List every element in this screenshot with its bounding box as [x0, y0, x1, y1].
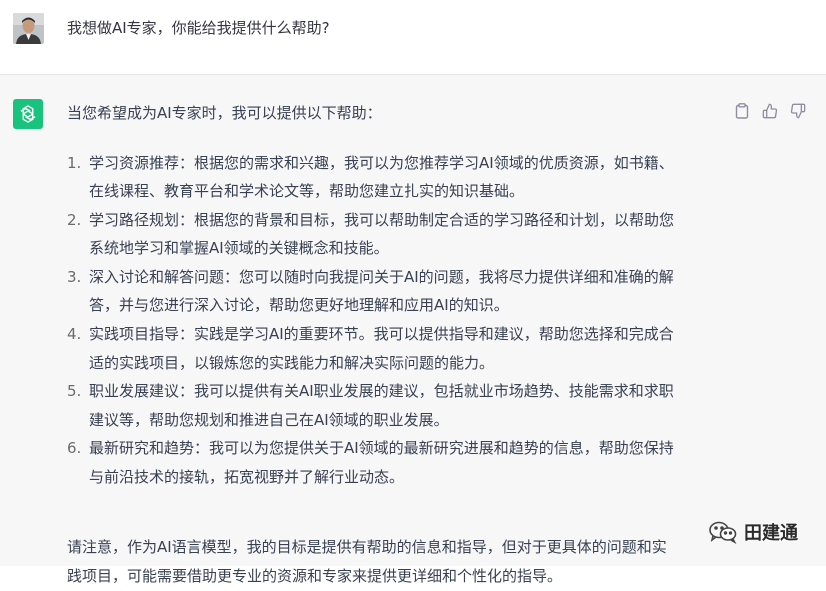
thumbs-down-icon[interactable]: [788, 101, 808, 121]
list-item-line: 深入讨论和解答问题：您可以随时向我提问关于AI的问题，我将尽力提供详细和准确的解: [89, 268, 674, 287]
list-item-number: 5.: [67, 382, 82, 401]
list-item: 5. 职业发展建议：我可以提供有关AI职业发展的建议，包括就业市场趋势、技能需求…: [67, 377, 717, 434]
assistant-answer: 当您希望成为AI专家时，我可以提供以下帮助： 1. 学习资源推荐：根据您的需求和…: [67, 103, 717, 585]
watermark-text: 田建通: [744, 523, 798, 544]
note-line: 请注意，作为AI语言模型，我的目标是提供有帮助的信息和指导，但对于更具体的问题和…: [67, 538, 667, 556]
user-avatar: [13, 13, 44, 44]
wechat-icon: [709, 521, 737, 544]
list-item-number: 6.: [67, 439, 82, 458]
list-item: 2. 学习路径规划：根据您的背景和目标，我可以帮助制定合适的学习路径和计划，以帮…: [67, 206, 717, 263]
list-item-line: 最新研究和趋势：我可以为您提供关于AI领域的最新研究进展和趋势的信息，帮助您保持: [89, 439, 674, 458]
list-item-line: 系统地学习和掌握AI领域的关键概念和技能。: [89, 239, 389, 258]
list-item-line: 学习路径规划：根据您的背景和目标，我可以帮助制定合适的学习路径和计划，以帮助您: [89, 211, 675, 230]
list-item: 6. 最新研究和趋势：我可以为您提供关于AI领域的最新研究进展和趋势的信息，帮助…: [67, 434, 717, 491]
feedback-buttons: [732, 101, 808, 121]
clipboard-icon[interactable]: [732, 101, 752, 121]
list-item-line: 职业发展建议：我可以提供有关AI职业发展的建议，包括就业市场趋势、技能需求和求职: [89, 382, 674, 401]
list-item-line: 适的实践项目，以锻炼您的实践能力和解决实际问题的能力。: [89, 353, 495, 372]
list-item-line: 在线课程、教育平台和学术论文等，帮助您建立扎实的知识基础。: [89, 182, 525, 201]
list-item-line: 实践项目指导：实践是学习AI的重要环节。我可以提供指导和建议，帮助您选择和完成合: [89, 325, 674, 344]
list-item-line: 学习资源推荐：根据您的需求和兴趣，我可以为您推荐学习AI领域的优质资源，如书籍、: [89, 154, 674, 172]
answer-note: 请注意，作为AI语言模型，我的目标是提供有帮助的信息和指导，但对于更具体的问题和…: [67, 533, 717, 591]
list-item-number: 3.: [67, 268, 82, 287]
list-item-line: 答，并与您进行深入讨论，帮助您更好地理解和应用AI的知识。: [89, 296, 509, 315]
help-list: 1. 学习资源推荐：根据您的需求和兴趣，我可以为您推荐学习AI领域的优质资源，如…: [67, 149, 717, 492]
answer-intro: 当您希望成为AI专家时，我可以提供以下帮助：: [67, 104, 382, 122]
list-item-number: 4.: [67, 325, 82, 344]
thumbs-up-icon[interactable]: [760, 101, 780, 121]
list-item: 4. 实践项目指导：实践是学习AI的重要环节。我可以提供指导和建议，帮助您选择和…: [67, 320, 717, 377]
user-message-text: 我想做AI专家，你能给我提供什么帮助?: [67, 19, 330, 37]
chatgpt-logo-icon: [13, 99, 43, 129]
user-message-row: 我想做AI专家，你能给我提供什么帮助?: [0, 0, 826, 75]
list-item: 3. 深入讨论和解答问题：您可以随时向我提问关于AI的问题，我将尽力提供详细和准…: [67, 263, 717, 320]
watermark: 田建通: [708, 519, 798, 545]
list-item-number: 1.: [67, 154, 82, 172]
assistant-message-row: 当您希望成为AI专家时，我可以提供以下帮助： 1. 学习资源推荐：根据您的需求和…: [0, 75, 826, 585]
list-item-line: 与前沿技术的接轨，拓宽视野并了解行业动态。: [89, 467, 405, 486]
note-line: 践项目，可能需要借助更专业的资源和专家来提供更详细和个性化的指导。: [67, 567, 563, 585]
list-item-number: 2.: [67, 211, 82, 230]
list-item-line: 建议等，帮助您规划和推进自己在AI领域的职业发展。: [89, 410, 449, 429]
list-item: 1. 学习资源推荐：根据您的需求和兴趣，我可以为您推荐学习AI领域的优质资源，如…: [67, 149, 717, 206]
